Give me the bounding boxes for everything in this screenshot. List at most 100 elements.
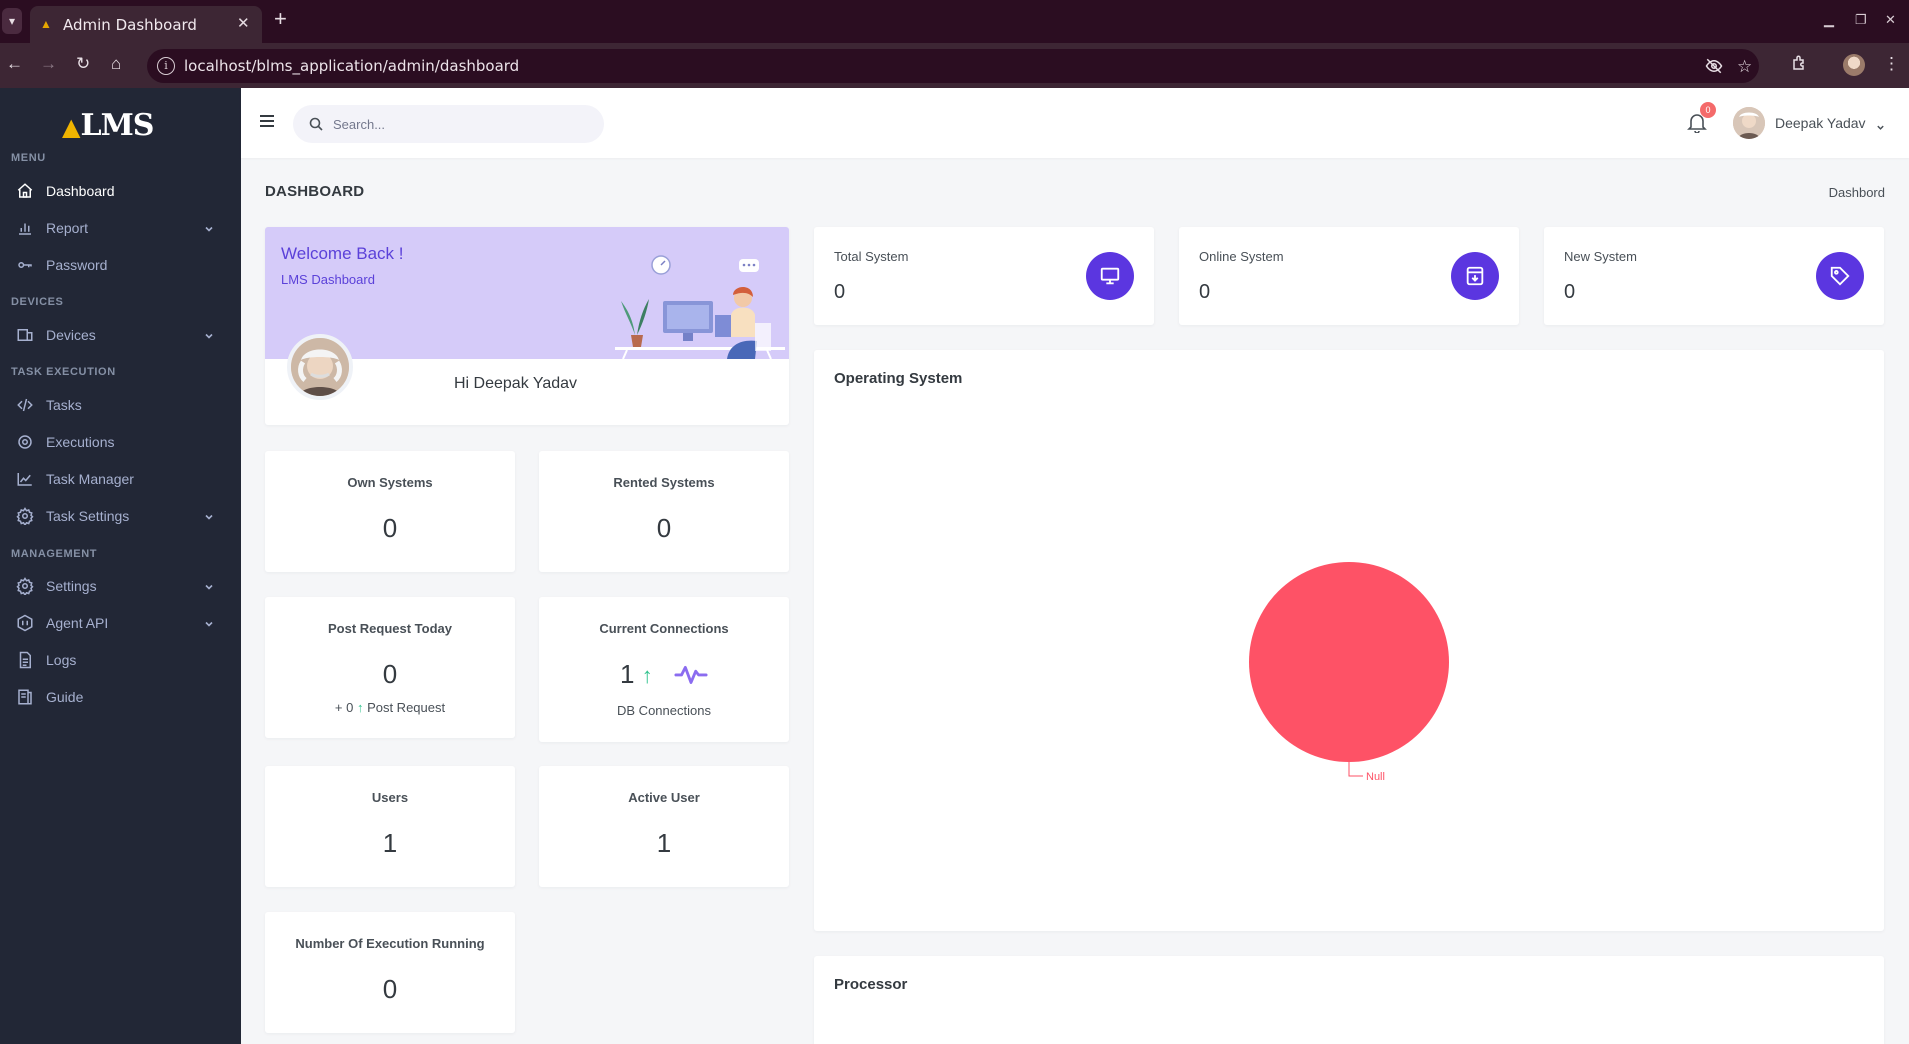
key-icon (16, 256, 34, 274)
profile-avatar[interactable] (1843, 54, 1865, 76)
line-chart-icon (16, 470, 34, 488)
rented-systems-card: Rented Systems 0 (539, 451, 789, 572)
notification-badge: 0 (1700, 102, 1716, 118)
menu-section-title: DEVICES (11, 296, 64, 308)
sidebar-item-label: Guide (46, 689, 84, 705)
sidebar-item-agent-api[interactable]: Agent API (0, 603, 241, 643)
welcome-subtitle: LMS Dashboard (281, 272, 375, 287)
sidebar-item-executions[interactable]: Executions (0, 422, 241, 462)
pie-slice[interactable] (1249, 562, 1449, 762)
tag-icon (1816, 252, 1864, 300)
site-info-icon[interactable]: i (157, 57, 175, 75)
breadcrumb[interactable]: Dashbord (1829, 185, 1885, 200)
sidebar-item-task-settings[interactable]: Task Settings (0, 496, 241, 536)
kpi-title: Online System (1199, 249, 1284, 264)
sidebar-item-logs[interactable]: Logs (0, 640, 241, 680)
address-bar[interactable]: i localhost/blms_application/admin/dashb… (147, 49, 1759, 83)
devices-icon (16, 326, 34, 344)
operating-system-pie-chart: Null (1249, 562, 1449, 783)
sidebar-item-password[interactable]: Password (0, 245, 241, 285)
execution-running-card: Number Of Execution Running 0 (265, 912, 515, 1033)
new-tab-icon[interactable]: + (274, 8, 287, 30)
chevron-down-icon (204, 579, 214, 590)
chevron-down-icon (204, 221, 214, 232)
forward-icon[interactable]: → (40, 54, 57, 74)
card-title: Current Connections (599, 621, 729, 636)
bookmark-star-icon[interactable]: ☆ (1737, 57, 1752, 77)
menu-section-title: MANAGEMENT (11, 548, 98, 560)
sidebar-item-task-manager[interactable]: Task Manager (0, 459, 241, 499)
menu-toggle-icon[interactable] (259, 114, 275, 128)
sidebar-item-label: Agent API (46, 615, 109, 631)
home-browser-icon[interactable]: ⌂ (111, 54, 121, 74)
welcome-greeting: Hi Deepak Yadav (454, 375, 578, 392)
user-name[interactable]: Deepak Yadav (1775, 115, 1866, 131)
browser-tab[interactable]: ▲ Admin Dashboard ✕ (30, 6, 262, 43)
search-input[interactable] (333, 114, 583, 134)
window-close-icon[interactable]: ✕ (1885, 12, 1896, 28)
chevron-down-icon (204, 509, 214, 520)
tab-title: Admin Dashboard (63, 16, 197, 34)
card-title: Number Of Execution Running (295, 936, 485, 951)
minimize-icon[interactable]: ▁ (1824, 12, 1834, 28)
browser-toolbar: ← → ↻ ⌂ i localhost/blms_application/adm… (0, 43, 1909, 88)
arrow-up-icon: ↑ (356, 700, 364, 715)
card-title: Users (371, 790, 409, 805)
sidebar-item-label: Dashboard (46, 183, 115, 199)
menu-section-title: MENU (11, 152, 46, 164)
sidebar-item-tasks[interactable]: Tasks (0, 385, 241, 425)
card-subtext: DB Connections (617, 703, 711, 718)
welcome-title: Welcome Back ! (281, 244, 404, 263)
tux-logo-icon: ▲ (62, 112, 80, 141)
arrow-up-icon: ↑ (641, 663, 653, 688)
kpi-title: New System (1564, 249, 1637, 264)
app-logo[interactable]: ▲LMS (62, 108, 154, 143)
sidebar-item-guide[interactable]: Guide (0, 677, 241, 717)
card-value: 0 (656, 513, 672, 543)
welcome-avatar (287, 334, 353, 400)
sidebar-item-settings[interactable]: Settings (0, 566, 241, 606)
archive-in-icon (1451, 252, 1499, 300)
current-connections-card: Current Connections 1 ↑ DB Connections (539, 597, 789, 742)
browser-tabbar: ▾ ▲ Admin Dashboard ✕ + ▁ ❐ ✕ (0, 0, 1909, 43)
sidebar-item-dashboard[interactable]: Dashboard (0, 171, 241, 211)
card-subtext: + 0 ↑ Post Request (265, 700, 515, 715)
chevron-down-icon[interactable] (1876, 119, 1885, 130)
card-value: 0 (382, 659, 398, 689)
sidebar-item-report[interactable]: Report (0, 208, 241, 248)
sidebar-item-label: Settings (46, 578, 97, 594)
extensions-icon[interactable] (1791, 54, 1809, 77)
pie-label-leader (1348, 762, 1363, 777)
card-value: 0 (382, 513, 398, 543)
browser-menu-icon[interactable]: ⋮ (1883, 54, 1900, 74)
pulse-icon (674, 661, 708, 692)
monitor-icon (1086, 252, 1134, 300)
pie-label: Null (1366, 771, 1385, 783)
url-text: localhost/blms_application/admin/dashboa… (184, 57, 520, 75)
sidebar-item-devices[interactable]: Devices (0, 315, 241, 355)
sidebar-item-label: Tasks (46, 397, 82, 413)
user-avatar[interactable] (1733, 107, 1765, 139)
sidebar-item-label: Password (46, 257, 108, 273)
chart-title: Processor (834, 976, 908, 993)
gear-icon (16, 577, 34, 597)
close-tab-icon[interactable]: ✕ (237, 14, 250, 32)
restore-icon[interactable]: ❐ (1855, 12, 1867, 28)
book-icon (16, 688, 34, 706)
eye-off-icon[interactable] (1705, 57, 1723, 80)
search-icon (309, 117, 323, 131)
back-icon[interactable]: ← (6, 54, 23, 74)
favicon-icon: ▲ (40, 17, 52, 31)
card-title: Own Systems (347, 475, 433, 490)
sidebar-item-label: Task Manager (46, 471, 134, 487)
kpi-value: 0 (834, 281, 846, 303)
menu-section-title: TASK EXECUTION (11, 366, 116, 378)
welcome-banner: Welcome Back ! LMS Dashboard (265, 227, 789, 359)
reload-icon[interactable]: ↻ (76, 54, 90, 74)
card-value: 1 (656, 828, 672, 858)
post-request-delta: + 0 (334, 700, 354, 715)
card-value-row: 1 ↑ (539, 659, 789, 692)
gear-icon (16, 507, 34, 527)
tab-list-button[interactable]: ▾ (2, 8, 22, 34)
api-icon (16, 614, 34, 632)
